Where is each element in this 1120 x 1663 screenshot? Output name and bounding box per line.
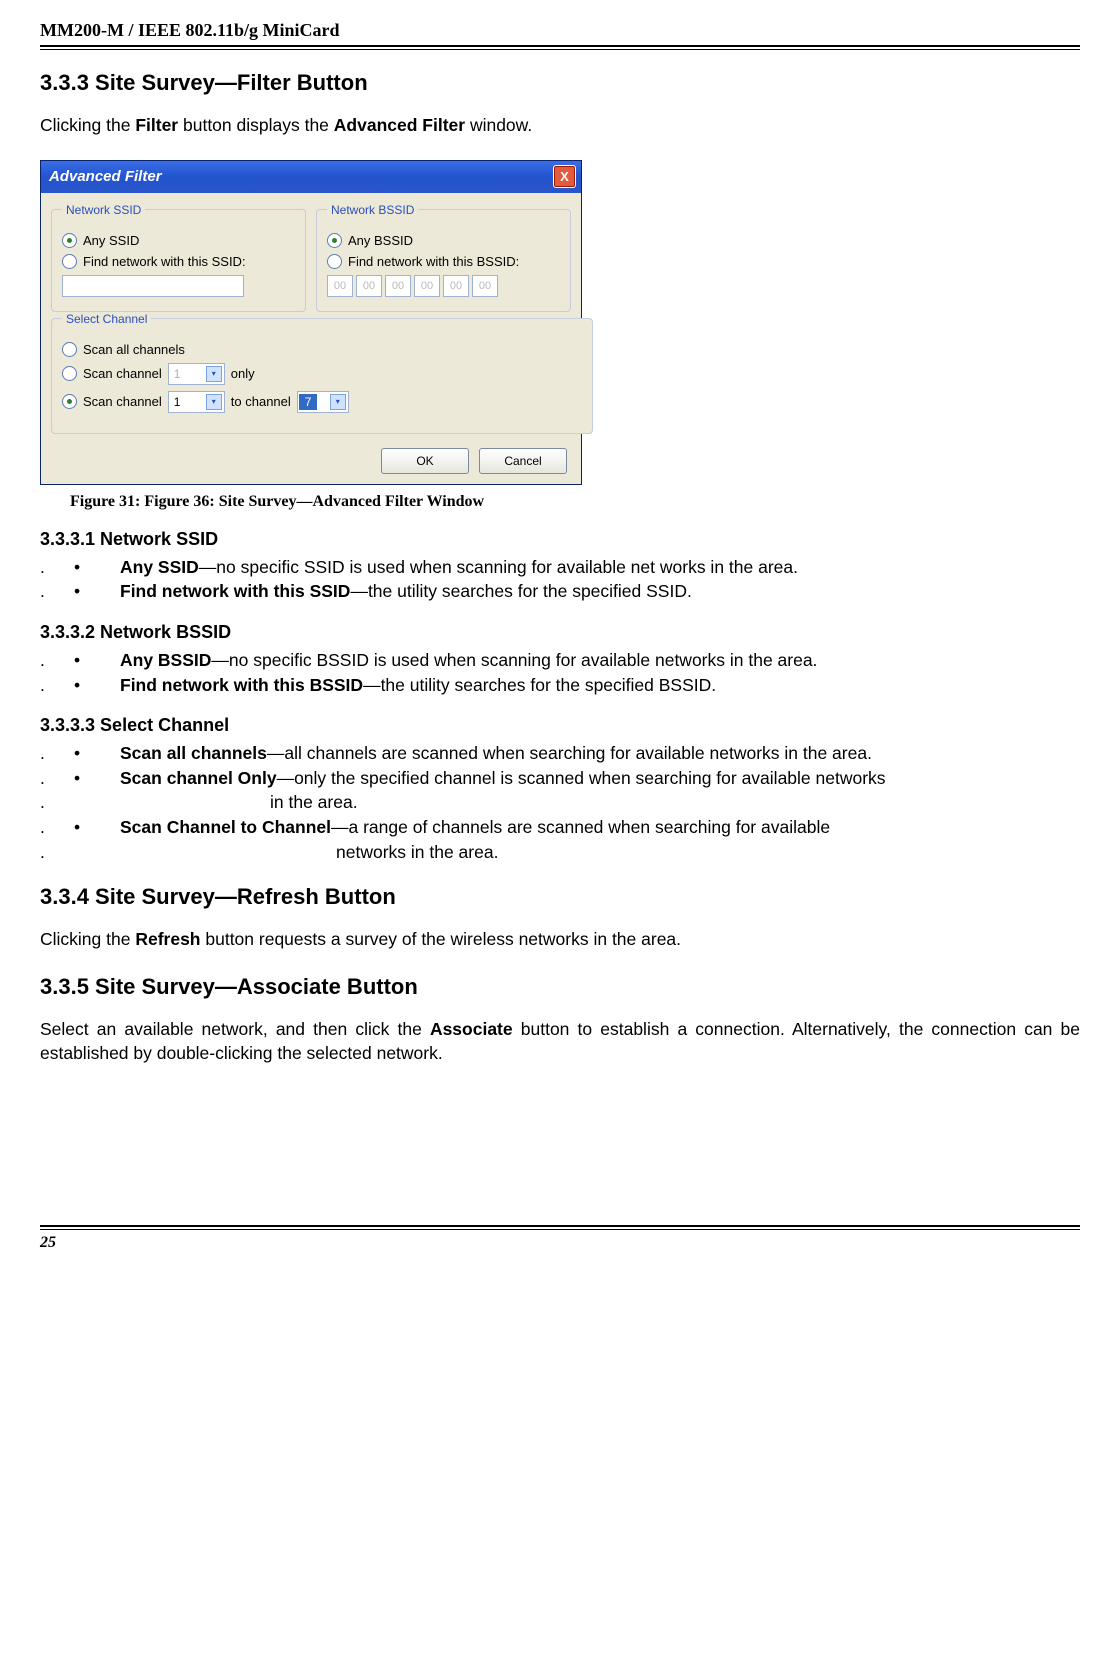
text: window. <box>465 115 532 135</box>
associate-paragraph: Select an available network, and then cl… <box>40 1018 1080 1065</box>
bullet-label: Find network with this SSID <box>120 581 350 601</box>
chevron-down-icon: ▾ <box>206 394 222 410</box>
label-range-mid: to channel <box>231 394 291 409</box>
label-scan-all: Scan all channels <box>83 342 185 357</box>
text: Select an available network, and then cl… <box>40 1019 430 1039</box>
bssid-octet[interactable]: 00 <box>443 275 469 297</box>
text: Clicking the <box>40 115 135 135</box>
bullet-cont: in the area. <box>120 791 1080 815</box>
label-any-ssid: Any SSID <box>83 233 139 248</box>
bullet-label: Scan Channel to Channel <box>120 817 331 837</box>
text: button requests a survey of the wireless… <box>201 929 682 949</box>
select-single-channel[interactable]: 1 ▾ <box>168 363 225 385</box>
radio-scan-range[interactable] <box>62 394 77 409</box>
heading-3-3-3-3: 3.3.3.3 Select Channel <box>40 715 1080 736</box>
bullet-text: —no specific BSSID is used when scanning… <box>211 650 817 670</box>
bullets-channel: .•Scan all channels—all channels are sca… <box>40 742 1080 864</box>
footer: 25 <box>40 1225 1080 1252</box>
label-find-ssid: Find network with this SSID: <box>83 254 246 269</box>
bullet-text: —the utility searches for the specified … <box>363 675 716 695</box>
heading-3-3-3: 3.3.3 Site Survey—Filter Button <box>40 70 1080 96</box>
label-scan-one-post: only <box>231 366 255 381</box>
select-value: 7 <box>299 394 318 410</box>
bssid-hex-input[interactable]: 00 00 00 00 00 00 <box>327 275 560 297</box>
chevron-down-icon: ▾ <box>330 394 346 410</box>
legend-ssid: Network SSID <box>62 203 145 217</box>
bullet-text: —the utility searches for the specified … <box>350 581 691 601</box>
text: button displays the <box>178 115 334 135</box>
radio-find-ssid[interactable] <box>62 254 77 269</box>
bssid-octet[interactable]: 00 <box>385 275 411 297</box>
select-value: 1 <box>174 367 181 381</box>
radio-find-bssid[interactable] <box>327 254 342 269</box>
text-bold: Advanced Filter <box>334 115 465 135</box>
figure-caption: Figure 31: Figure 36: Site Survey—Advanc… <box>70 493 1080 511</box>
bullet-label: Find network with this BSSID <box>120 675 363 695</box>
heading-3-3-3-2: 3.3.3.2 Network BSSID <box>40 622 1080 643</box>
text: Clicking the <box>40 929 135 949</box>
bullet-cont: networks in the area. <box>120 841 1080 865</box>
label-range-pre: Scan channel <box>83 394 162 409</box>
bullet-text: —no specific SSID is used when scanning … <box>199 557 798 577</box>
close-icon: X <box>560 169 569 184</box>
radio-scan-all[interactable] <box>62 342 77 357</box>
close-button[interactable]: X <box>553 165 576 188</box>
bullet-text: —only the specified channel is scanned w… <box>277 768 886 788</box>
bssid-octet[interactable]: 00 <box>472 275 498 297</box>
text-bold: Associate <box>430 1019 513 1039</box>
legend-bssid: Network BSSID <box>327 203 418 217</box>
radio-any-ssid[interactable] <box>62 233 77 248</box>
bssid-octet[interactable]: 00 <box>356 275 382 297</box>
bullet-label: Scan all channels <box>120 743 267 763</box>
titlebar: Advanced Filter X <box>41 161 581 193</box>
advanced-filter-window: Advanced Filter X Network SSID Any SSID … <box>40 160 582 485</box>
label-scan-one-pre: Scan channel <box>83 366 162 381</box>
bssid-octet[interactable]: 00 <box>414 275 440 297</box>
group-network-ssid: Network SSID Any SSID Find network with … <box>51 203 306 312</box>
header-rule <box>40 49 1080 50</box>
bullet-text: —a range of channels are scanned when se… <box>331 817 830 837</box>
bullet-text: —all channels are scanned when searching… <box>267 743 872 763</box>
window-body: Network SSID Any SSID Find network with … <box>41 193 581 484</box>
text-bold: Refresh <box>135 929 200 949</box>
ssid-input[interactable] <box>62 275 244 297</box>
intro-paragraph: Clicking the Filter button displays the … <box>40 114 1080 138</box>
bullet-label: Scan channel Only <box>120 768 277 788</box>
bullet-label: Any SSID <box>120 557 199 577</box>
text-bold: Filter <box>135 115 178 135</box>
group-select-channel: Select Channel Scan all channels Scan ch… <box>51 312 593 434</box>
chevron-down-icon: ▾ <box>206 366 222 382</box>
bullets-ssid: .•Any SSID—no specific SSID is used when… <box>40 556 1080 604</box>
select-value: 1 <box>174 395 181 409</box>
label-find-bssid: Find network with this BSSID: <box>348 254 519 269</box>
cancel-button[interactable]: Cancel <box>479 448 567 474</box>
bssid-octet[interactable]: 00 <box>327 275 353 297</box>
heading-3-3-4: 3.3.4 Site Survey—Refresh Button <box>40 884 1080 910</box>
window-title: Advanced Filter <box>49 168 162 185</box>
legend-channel: Select Channel <box>62 312 151 326</box>
select-channel-to[interactable]: 7 ▾ <box>297 391 349 413</box>
refresh-paragraph: Clicking the Refresh button requests a s… <box>40 928 1080 952</box>
radio-any-bssid[interactable] <box>327 233 342 248</box>
page-number: 25 <box>40 1229 1080 1252</box>
select-channel-from[interactable]: 1 ▾ <box>168 391 225 413</box>
doc-header: MM200-M / IEEE 802.11b/g MiniCard <box>40 20 1080 47</box>
ok-button[interactable]: OK <box>381 448 469 474</box>
bullets-bssid: .•Any BSSID—no specific BSSID is used wh… <box>40 649 1080 697</box>
bullet-label: Any BSSID <box>120 650 211 670</box>
radio-scan-one[interactable] <box>62 366 77 381</box>
heading-3-3-3-1: 3.3.3.1 Network SSID <box>40 529 1080 550</box>
heading-3-3-5: 3.3.5 Site Survey—Associate Button <box>40 974 1080 1000</box>
label-any-bssid: Any BSSID <box>348 233 413 248</box>
group-network-bssid: Network BSSID Any BSSID Find network wit… <box>316 203 571 312</box>
